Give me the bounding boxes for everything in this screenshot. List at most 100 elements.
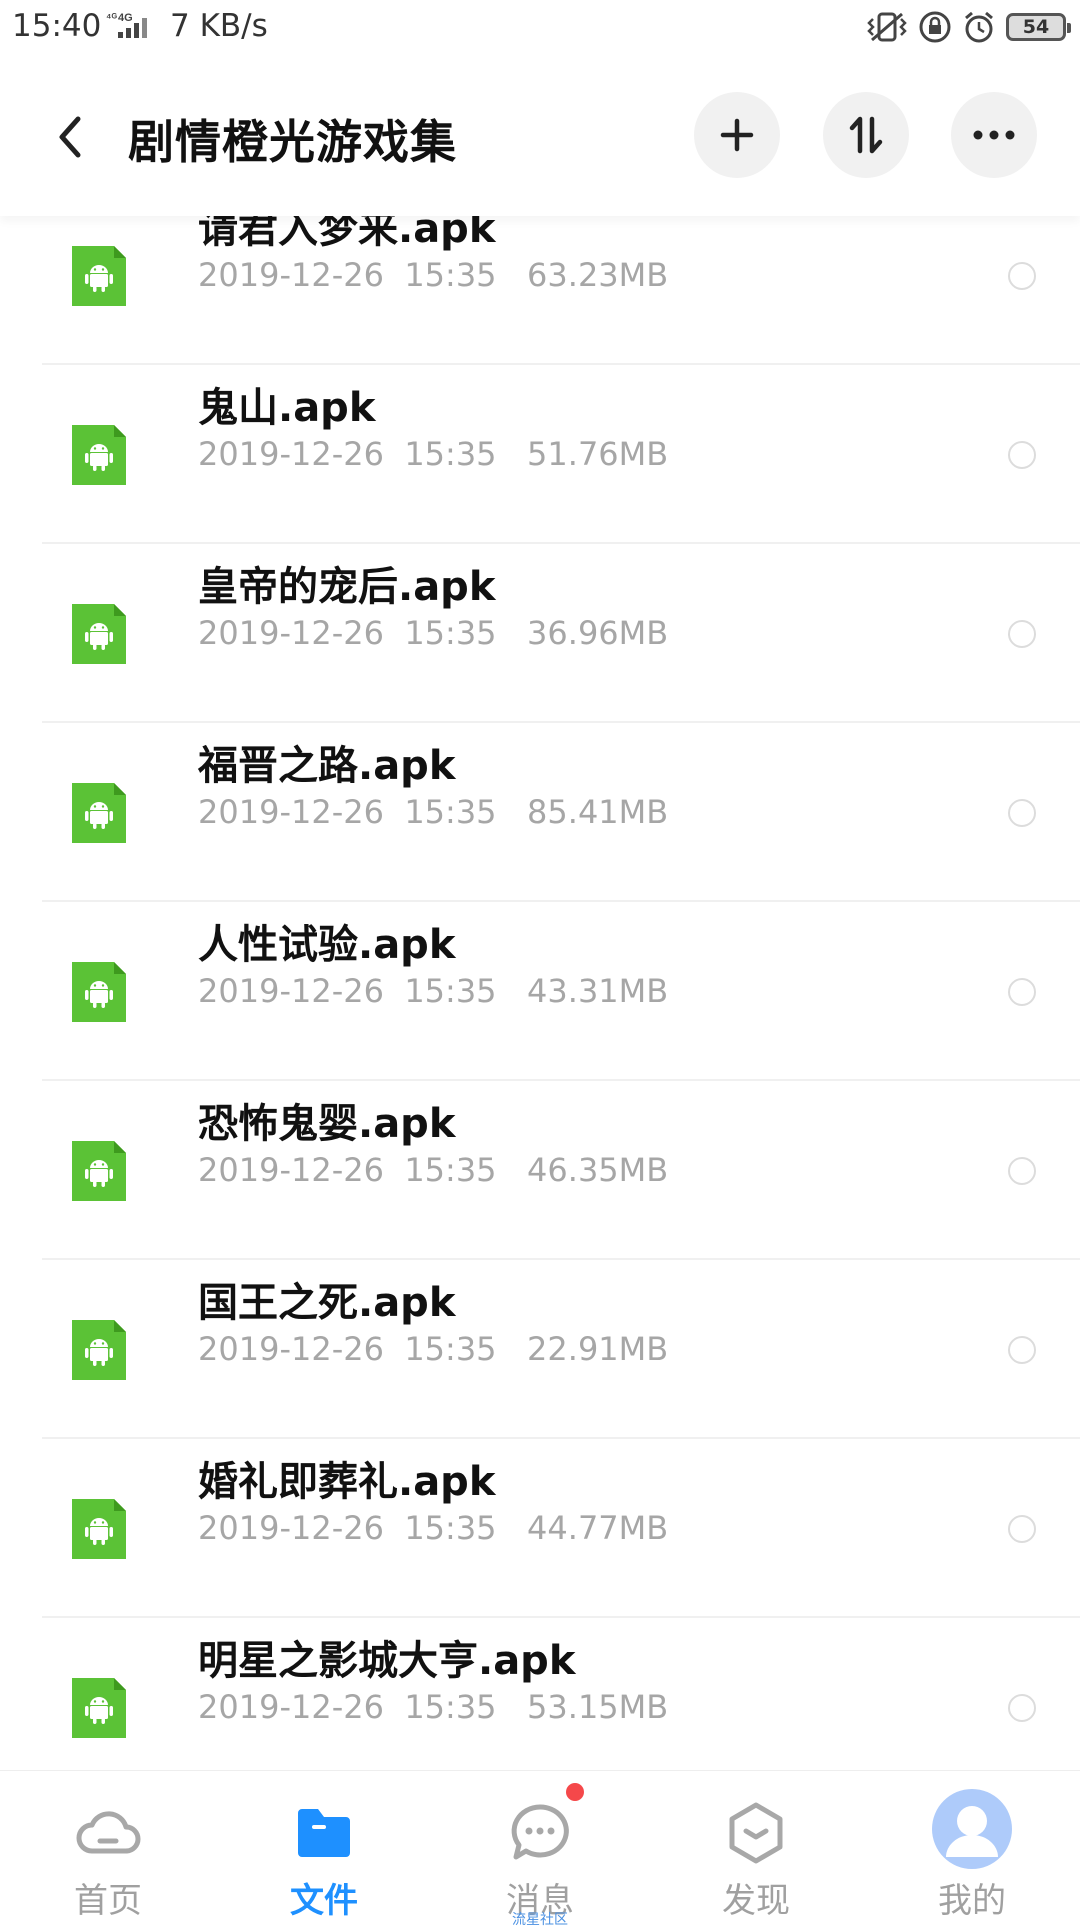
bottom-nav: 首页 文件 消息 流星社区 发现 我的 xyxy=(0,1770,1080,1928)
file-date: 2019-12-26 xyxy=(198,1509,384,1547)
sort-button[interactable] xyxy=(823,92,909,178)
file-name: 福晋之路.apk xyxy=(198,743,456,789)
file-name: 皇帝的宠后.apk xyxy=(198,564,496,610)
file-time: 15:35 xyxy=(404,972,497,1010)
select-checkbox[interactable] xyxy=(1008,1514,1036,1543)
more-button[interactable] xyxy=(951,92,1037,178)
file-row[interactable]: 福晋之路.apk 2019-12-26 15:35 85.41MB xyxy=(0,723,1080,902)
status-time: 15:40 xyxy=(12,8,102,44)
file-size: 63.23MB xyxy=(527,256,669,294)
file-date: 2019-12-26 xyxy=(198,1688,384,1726)
file-meta: 2019-12-26 15:35 63.23MB xyxy=(198,256,668,294)
file-meta: 2019-12-26 15:35 51.76MB xyxy=(198,435,668,473)
apk-file-icon xyxy=(72,1319,126,1380)
file-name: 婚礼即葬礼.apk xyxy=(198,1459,496,1505)
file-date: 2019-12-26 xyxy=(198,793,384,831)
select-checkbox[interactable] xyxy=(1008,261,1036,290)
file-size: 36.96MB xyxy=(527,614,669,652)
back-button[interactable] xyxy=(46,110,94,164)
select-checkbox[interactable] xyxy=(1008,1693,1036,1722)
sort-icon xyxy=(849,116,883,154)
apk-file-icon xyxy=(72,1677,126,1738)
file-row[interactable]: 国王之死.apk 2019-12-26 15:35 22.91MB xyxy=(0,1260,1080,1439)
file-row[interactable]: 婚礼即葬礼.apk 2019-12-26 15:35 44.77MB xyxy=(0,1439,1080,1618)
file-row[interactable]: 人性试验.apk 2019-12-26 15:35 43.31MB xyxy=(0,902,1080,1081)
nav-discover[interactable]: 发现 xyxy=(648,1771,864,1921)
file-date: 2019-12-26 xyxy=(198,972,384,1010)
file-row[interactable]: 皇帝的宠后.apk 2019-12-26 15:35 36.96MB xyxy=(0,544,1080,723)
file-row[interactable]: 请君入梦来.apk 2019-12-26 15:35 63.23MB xyxy=(0,216,1080,365)
select-checkbox[interactable] xyxy=(1008,1335,1036,1364)
nav-label: 发现 xyxy=(722,1881,790,1921)
chat-icon xyxy=(511,1804,569,1860)
select-checkbox[interactable] xyxy=(1008,1156,1036,1185)
notification-badge xyxy=(566,1783,584,1801)
apk-file-icon xyxy=(72,961,126,1022)
nav-me[interactable]: 我的 xyxy=(864,1771,1080,1921)
file-meta: 2019-12-26 15:35 43.31MB xyxy=(198,972,668,1010)
file-meta: 2019-12-26 15:35 22.91MB xyxy=(198,1330,668,1368)
folder-icon xyxy=(298,1809,350,1857)
apk-file-icon xyxy=(72,424,126,485)
nav-label: 文件 xyxy=(290,1881,358,1921)
file-time: 15:35 xyxy=(404,614,497,652)
file-name: 请君入梦来.apk xyxy=(198,216,496,252)
file-list: 请君入梦来.apk 2019-12-26 15:35 63.23MB 鬼山.apk 2… xyxy=(0,216,1080,1770)
add-button[interactable] xyxy=(694,92,780,178)
network-speed: 7 KB/s xyxy=(170,8,268,44)
avatar-icon xyxy=(932,1789,1012,1869)
file-size: 22.91MB xyxy=(527,1330,669,1368)
select-checkbox[interactable] xyxy=(1008,619,1036,648)
apk-file-icon xyxy=(72,782,126,843)
plus-icon xyxy=(720,118,754,152)
file-name: 恐怖鬼婴.apk xyxy=(198,1101,456,1147)
nav-messages[interactable]: 消息 流星社区 xyxy=(432,1771,648,1928)
file-time: 15:35 xyxy=(404,793,497,831)
file-row[interactable]: 恐怖鬼婴.apk 2019-12-26 15:35 46.35MB xyxy=(0,1081,1080,1260)
nav-label: 首页 xyxy=(74,1881,142,1921)
svg-text:4G: 4G xyxy=(118,12,133,24)
alarm-icon xyxy=(965,11,993,43)
signal-icon: ⁴ᴳ 4G xyxy=(106,12,147,38)
file-size: 43.31MB xyxy=(527,972,669,1010)
svg-text:⁴ᴳ: ⁴ᴳ xyxy=(106,12,117,24)
apk-file-icon xyxy=(72,1498,126,1559)
status-icons: 54 xyxy=(866,8,1071,46)
page-title: 剧情橙光游戏集 xyxy=(128,115,457,169)
top-bar: 剧情橙光游戏集 xyxy=(0,56,1080,216)
nav-files[interactable]: 文件 xyxy=(216,1771,432,1921)
file-name: 人性试验.apk xyxy=(198,922,456,968)
file-meta: 2019-12-26 15:35 44.77MB xyxy=(198,1509,668,1547)
file-meta: 2019-12-26 15:35 53.15MB xyxy=(198,1688,668,1726)
file-time: 15:35 xyxy=(404,1151,497,1189)
apk-file-icon xyxy=(72,603,126,664)
file-time: 15:35 xyxy=(404,1330,497,1368)
battery-icon: 54 xyxy=(1006,13,1071,41)
cloud-icon xyxy=(76,1811,141,1854)
file-meta: 2019-12-26 15:35 85.41MB xyxy=(198,793,668,831)
file-date: 2019-12-26 xyxy=(198,435,384,473)
file-time: 15:35 xyxy=(404,1688,497,1726)
file-size: 53.15MB xyxy=(527,1688,669,1726)
file-row[interactable]: 明星之影城大亨.apk 2019-12-26 15:35 53.15MB xyxy=(0,1618,1080,1770)
file-name: 明星之影城大亨.apk xyxy=(198,1638,576,1684)
file-size: 44.77MB xyxy=(527,1509,669,1547)
file-meta: 2019-12-26 15:35 46.35MB xyxy=(198,1151,668,1189)
file-time: 15:35 xyxy=(404,1509,497,1547)
file-size: 51.76MB xyxy=(527,435,669,473)
status-bar: 15:40 ⁴ᴳ 4G 7 KB/s 54 xyxy=(0,0,1080,56)
file-date: 2019-12-26 xyxy=(198,1151,384,1189)
file-size: 85.41MB xyxy=(527,793,669,831)
select-checkbox[interactable] xyxy=(1008,440,1036,469)
vibrate-icon xyxy=(867,12,907,42)
select-checkbox[interactable] xyxy=(1008,977,1036,1006)
discover-icon xyxy=(729,1802,783,1864)
nav-home[interactable]: 首页 xyxy=(0,1771,216,1921)
file-date: 2019-12-26 xyxy=(198,256,384,294)
lock-rotation-icon xyxy=(919,11,951,43)
select-checkbox[interactable] xyxy=(1008,798,1036,827)
file-row[interactable]: 鬼山.apk 2019-12-26 15:35 51.76MB xyxy=(0,365,1080,544)
nav-label: 我的 xyxy=(938,1881,1006,1921)
battery-level: 54 xyxy=(1022,16,1050,38)
file-name: 国王之死.apk xyxy=(198,1280,456,1326)
